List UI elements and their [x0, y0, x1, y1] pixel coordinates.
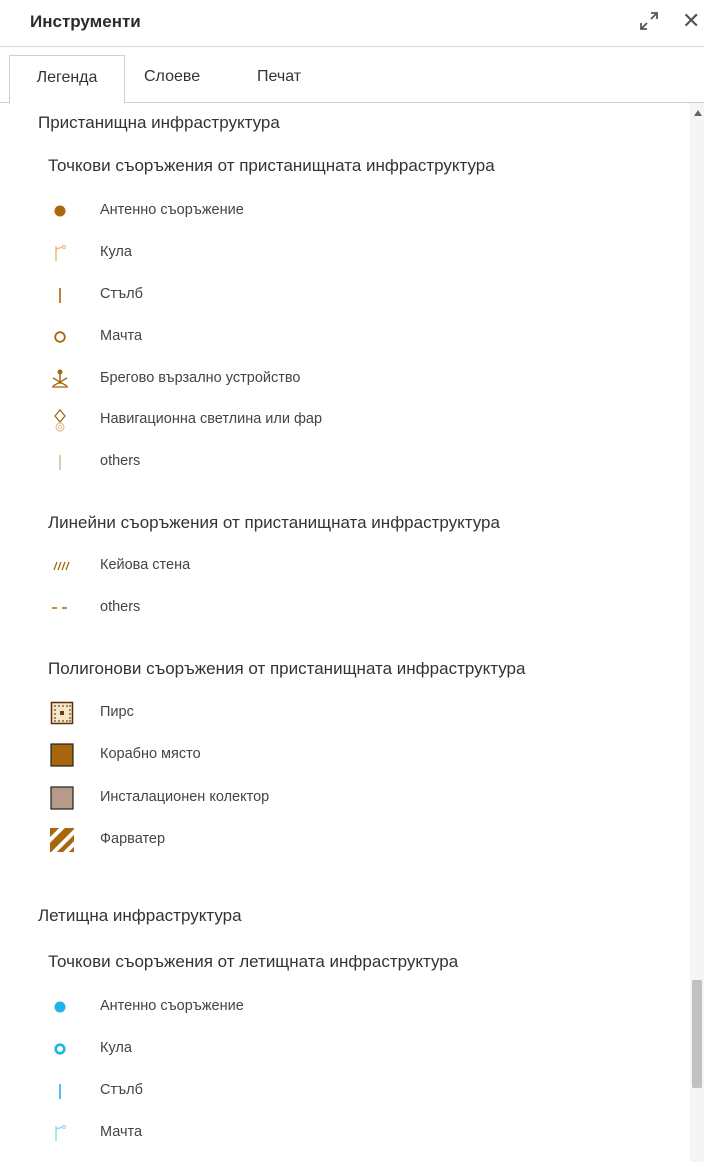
bollard-icon — [50, 367, 74, 391]
ring-icon — [50, 1037, 74, 1061]
filled-square-icon — [50, 743, 74, 767]
dotted-square-icon — [50, 701, 74, 725]
expand-icon[interactable] — [636, 8, 662, 34]
legend-item: Инсталационен колектор — [50, 786, 670, 810]
flag-icon — [50, 1121, 74, 1145]
legend-panel: Пристанищна инфраструктура Точкови съоръ… — [0, 103, 690, 1162]
group-title-airport: Летищна инфраструктура — [38, 906, 242, 925]
subgroup-title-airport-point: Точкови съоръжения от летищната инфрастр… — [48, 952, 459, 971]
panel-title: Инструменти — [30, 12, 141, 31]
legend-item: Мачта — [50, 1121, 670, 1145]
tab-layers[interactable]: Слоеве — [144, 55, 200, 101]
flag-icon — [50, 241, 74, 265]
legend-item: Фарватер — [46, 824, 670, 858]
legend-item: others — [50, 596, 670, 620]
legend-item: Кула — [50, 1037, 670, 1061]
legend-item: Антенно съоръжение — [50, 995, 670, 1019]
legend-item: Корабно място — [50, 743, 670, 767]
striped-square-icon — [46, 824, 80, 858]
scrollbar-thumb[interactable] — [692, 980, 702, 1088]
dashed-line-icon — [50, 596, 74, 620]
vertical-line-icon — [50, 283, 74, 307]
scroll-up-arrow-icon[interactable] — [694, 110, 702, 116]
vertical-line-icon — [50, 450, 74, 474]
subgroup-title-port-polygon: Полигонови съоръжения от пристанищната и… — [48, 659, 526, 678]
legend-item: Стълб — [50, 283, 670, 307]
filled-circle-icon — [50, 995, 74, 1019]
filled-square-icon — [50, 786, 74, 810]
tab-print[interactable]: Печат — [257, 55, 301, 101]
subgroup-title-port-line: Линейни съоръжения от пристанищната инфр… — [48, 513, 500, 532]
legend-item: Мачта — [50, 325, 670, 349]
tab-bar: Легенда Слоеве Печат — [0, 55, 704, 104]
lighthouse-icon — [50, 408, 74, 432]
vertical-line-icon — [50, 1079, 74, 1103]
close-icon[interactable]: ✕ — [682, 9, 700, 33]
legend-item: Навигационна светлина или фар — [50, 408, 670, 432]
legend-item: Кула — [50, 241, 670, 265]
subgroup-title-port-point: Точкови съоръжения от пристанищната инфр… — [48, 156, 495, 175]
legend-item: others — [50, 450, 670, 474]
ring-icon — [50, 325, 74, 349]
legend-item: Пирс — [50, 701, 670, 725]
panel-header: Инструменти ✕ — [0, 0, 704, 47]
legend-item: Антенно съоръжение — [50, 199, 670, 223]
group-title-port: Пристанищна инфраструктура — [38, 113, 280, 132]
hatched-line-icon — [50, 554, 74, 578]
legend-item: Брегово вързално устройство — [50, 367, 670, 391]
filled-circle-icon — [50, 199, 74, 223]
tab-legend[interactable]: Легенда — [9, 55, 125, 104]
legend-item: Кейова стена — [50, 554, 670, 578]
legend-item: Стълб — [50, 1079, 670, 1103]
